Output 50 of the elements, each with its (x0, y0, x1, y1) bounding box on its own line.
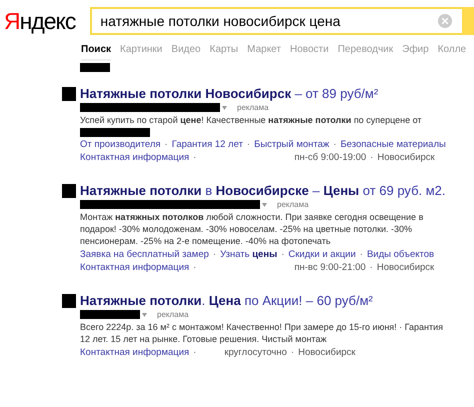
contact-detail: Новосибирск (377, 152, 435, 163)
result-title[interactable]: Натяжные потолки Новосибирск – от 89 руб/м² (80, 86, 378, 101)
result-title[interactable]: Натяжные потолки. Цена по Акции! – 60 руб/м² (80, 293, 373, 308)
contact-link[interactable]: Контактная информация (80, 262, 190, 273)
redaction-bar (62, 184, 76, 198)
sitelink[interactable]: Узнать цены (220, 249, 278, 260)
logo[interactable]: Яндекс (4, 6, 76, 36)
separator-dot: · (164, 139, 168, 150)
sitelink[interactable]: Заявка на бесплатный замер (80, 249, 209, 260)
separator-dot: · (193, 262, 196, 273)
separator-dot: · (281, 249, 284, 260)
contact-detail: пн-вс 9:00-21:00 (294, 262, 366, 273)
tab[interactable]: Поиск (81, 44, 112, 61)
separator-dot: · (370, 262, 373, 273)
separator-dot: · (246, 139, 250, 150)
sitelink[interactable]: Виды объектов (366, 249, 434, 260)
sitelink[interactable]: От производителя (80, 139, 161, 150)
contact-link[interactable]: Контактная информация (80, 347, 190, 358)
result-description: Успей купить по старой цене! Качественные натяжные потолки по суперцене от (79, 114, 423, 126)
contact-detail: круглосуточно (224, 347, 287, 358)
result-description: Всего 2224р. за 16 м² с монтажом! Качественно! При замере до 15-го июня! · Гарантия 12 лет. 15 лет на рынке. Готовые решения. Чистый монтаж (79, 321, 444, 345)
sitelink[interactable]: Скидки и акции (288, 249, 356, 260)
ad-label: реклама (237, 103, 269, 112)
redaction-bar (62, 86, 76, 100)
separator-dot: · (360, 249, 363, 260)
caret-icon[interactable] (262, 202, 267, 206)
sitelink[interactable]: Быстрый монтаж (254, 139, 330, 150)
ad-label: реклама (277, 200, 309, 209)
caret-icon[interactable] (142, 312, 147, 316)
redaction-bar (80, 63, 110, 72)
result-description: Монтаж натяжных потолков любой сложности. При заявке сегодня освещение в подарок! -30% молодоженам. -30% новоселам. -25% на цветные потолки. -30% пенсионерам. -25% на 2-е помещение. -40% на фотопечать (79, 211, 424, 247)
contact-detail: пн-сб 9:00-19:00 (294, 152, 366, 163)
separator-dot: · (290, 347, 294, 358)
contact-detail: Новосибирск (376, 262, 434, 273)
redaction-bar (62, 294, 76, 308)
separator-dot: · (193, 347, 196, 358)
caret-icon[interactable] (222, 106, 227, 110)
redaction-bar (80, 310, 140, 319)
separator-dot: · (333, 139, 336, 150)
sitelink[interactable]: Гарантия 12 лет (172, 139, 243, 150)
separator-dot: · (212, 249, 216, 260)
ad-label: реклама (157, 310, 189, 319)
redaction-bar (80, 128, 150, 137)
result-title[interactable]: Натяжные потолки в Новосибирске – Цены от 69 руб. м2. (80, 183, 446, 198)
separator-dot: · (193, 152, 196, 163)
search-field[interactable]: натяжные потолки новосибирск цена (90, 7, 462, 35)
contact-link[interactable]: Контактная информация (80, 152, 190, 163)
sitelink[interactable]: Безопасные материалы (340, 139, 446, 150)
contact-detail: Новосибирск (298, 347, 356, 358)
separator-dot: · (370, 152, 374, 163)
